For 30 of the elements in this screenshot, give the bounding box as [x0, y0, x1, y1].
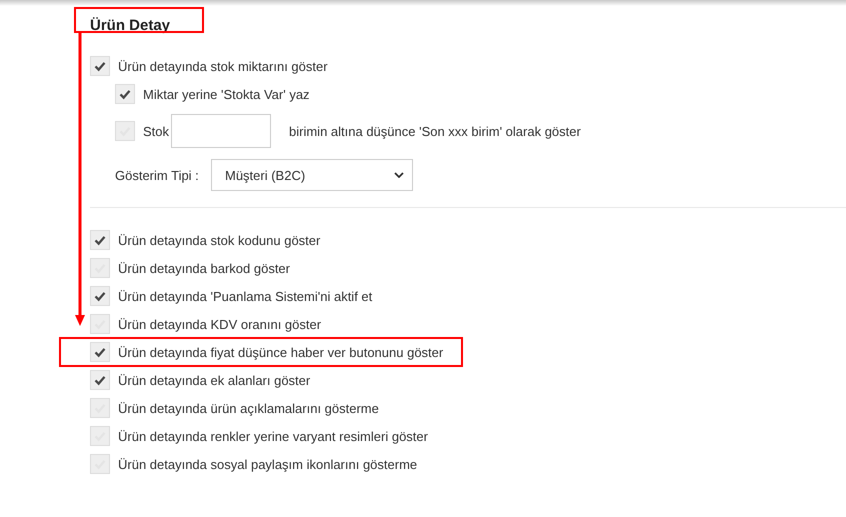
- checkbox[interactable]: [90, 56, 110, 76]
- input-field[interactable]: [171, 114, 272, 148]
- option-label: Ürün detayında stok kodunu göster: [118, 232, 320, 248]
- checkbox[interactable]: [90, 398, 110, 418]
- option-label: Stok: [143, 124, 170, 138]
- checkbox[interactable]: [90, 454, 110, 474]
- option-label: Ürün detayında ek alanları göster: [118, 372, 310, 388]
- option-label: Ürün detayında stok miktarını göster: [118, 58, 328, 74]
- option-label: Ürün detayında ürün açıklamalarını gösterme: [118, 400, 379, 416]
- checkbox[interactable]: [115, 84, 135, 104]
- checkbox[interactable]: [90, 230, 110, 250]
- option-label: Ürün detayında barkod göster: [118, 260, 290, 276]
- option-label: Ürün detayında KDV oranını göster: [118, 316, 322, 332]
- checkbox[interactable]: [115, 121, 135, 141]
- checkbox[interactable]: [90, 258, 110, 278]
- caret-icon: [394, 172, 404, 178]
- checkbox[interactable]: [90, 314, 110, 334]
- checkbox[interactable]: [90, 286, 110, 306]
- option-label: Ürün detayında renkler yerine varyant resimleri göster: [118, 428, 428, 444]
- option-label: birimin altına düşünce 'Son xxx birim' olarak göster: [289, 124, 581, 138]
- option-label: Ürün detayında 'Puanlama Sistemi'ni aktif et: [118, 288, 372, 304]
- field-label: Gösterim Tipi :: [115, 168, 200, 182]
- checkbox[interactable]: [90, 426, 110, 446]
- option-label: Ürün detayında sosyal paylaşım ikonlarını gösterme: [118, 456, 418, 472]
- dropdown[interactable]: Müşteri (B2C): [211, 159, 413, 191]
- option-label: Ürün detayında fiyat düşünce haber ver butonunu göster: [118, 344, 444, 360]
- section-title: Ürün Detay: [90, 17, 170, 34]
- checkbox[interactable]: [90, 370, 110, 390]
- option-label: Miktar yerine 'Stokta Var' yaz: [143, 86, 310, 102]
- checkbox[interactable]: [90, 342, 110, 362]
